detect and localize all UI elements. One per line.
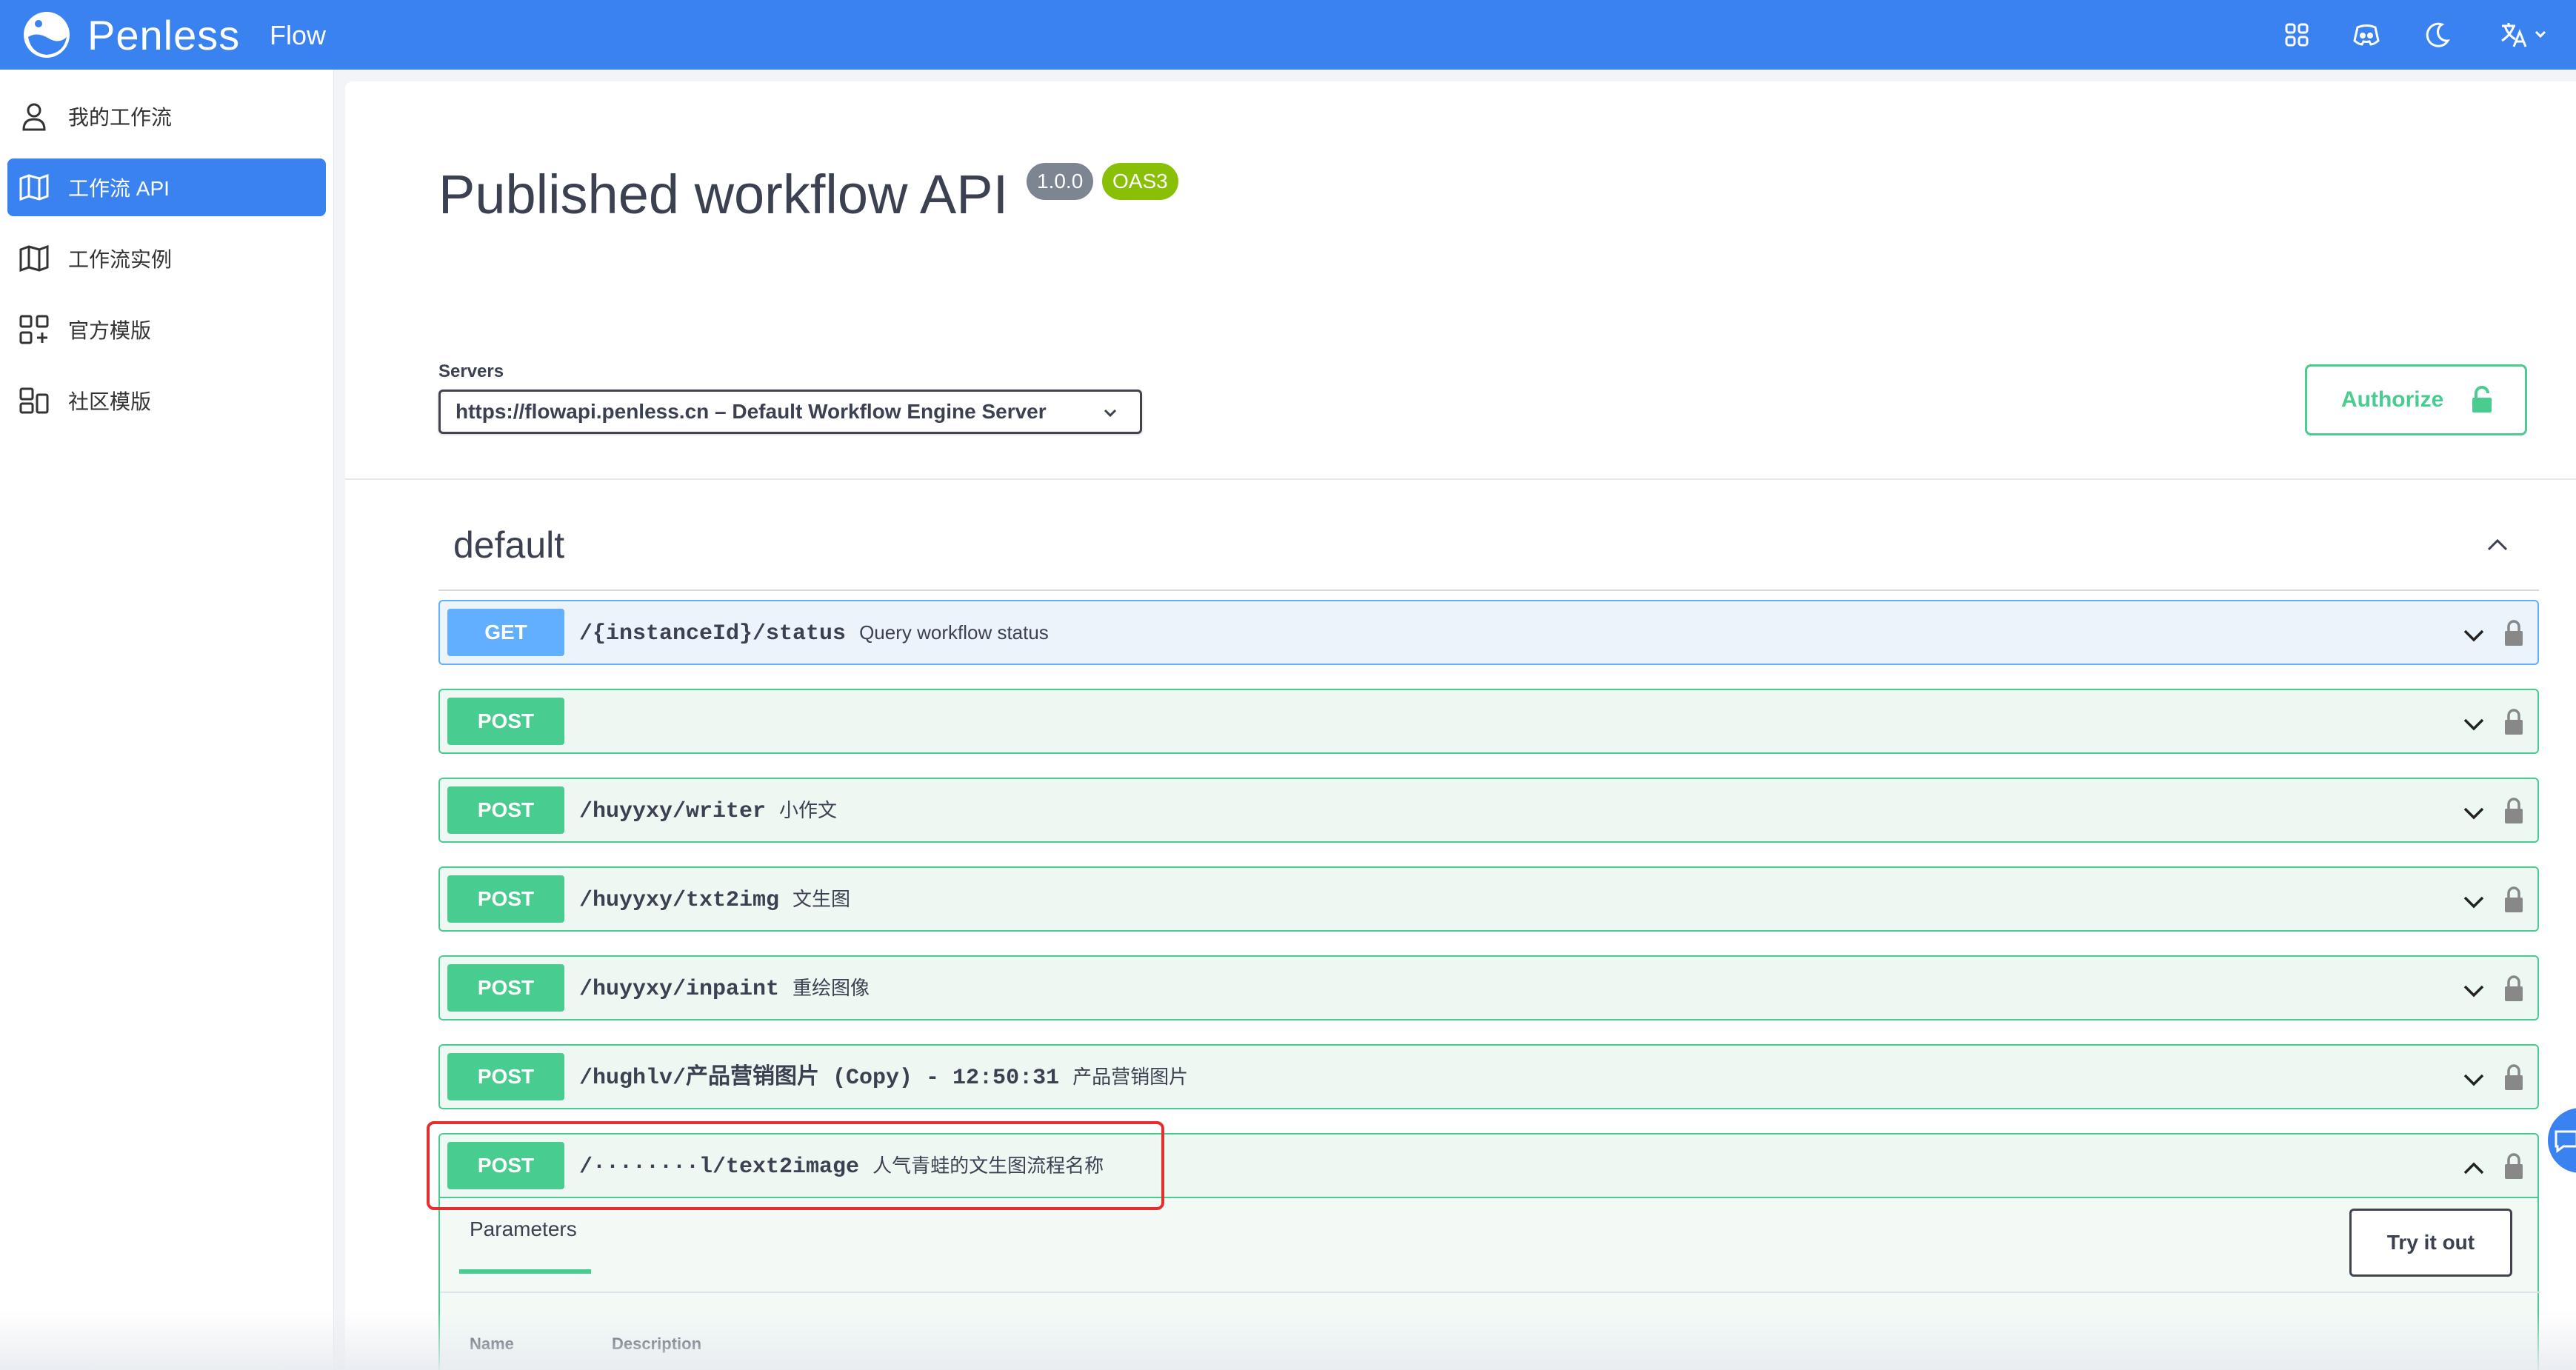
chevron-down-icon[interactable]	[2460, 889, 2487, 915]
operation-row[interactable]: POST /huyyxy/inpaint 重绘图像	[438, 955, 2539, 1020]
operation-row[interactable]: POST	[438, 689, 2539, 754]
server-select-value: https://flowapi.penless.cn – Default Wor…	[456, 400, 1047, 423]
brand-name[interactable]: Penless	[87, 12, 240, 59]
operation-row-expanded[interactable]: POST /········l/text2image 人气青蛙的文生图流程名称	[438, 1133, 2539, 1198]
spec-badge: OAS3	[1102, 163, 1178, 200]
chevron-down-icon[interactable]	[2460, 978, 2487, 1004]
operation-body: Parameters Try it out Name Description	[438, 1198, 2540, 1370]
sidebar-item-label: 工作流实例	[68, 248, 173, 271]
chevron-down-icon[interactable]	[2460, 1066, 2487, 1093]
sidebar-item-workflow-api[interactable]: 工作流 API	[7, 158, 326, 216]
operation-summary: 产品营销图片	[1072, 1066, 1189, 1088]
map-icon	[16, 170, 52, 205]
grid-plus-icon	[16, 312, 52, 347]
discord-icon[interactable]	[2349, 18, 2383, 52]
column-header-name: Name	[470, 1334, 514, 1353]
operation-row[interactable]: POST /huyyxy/txt2img 文生图	[438, 866, 2539, 932]
translate-icon[interactable]	[2492, 18, 2558, 52]
sidebar-item-workflow-instances[interactable]: 工作流实例	[7, 230, 326, 287]
method-badge: POST	[447, 1053, 564, 1100]
sidebar-item-community-templates[interactable]: 社区模版	[7, 372, 326, 430]
lock-icon[interactable]	[2503, 619, 2524, 647]
lock-icon[interactable]	[2503, 886, 2524, 914]
lock-icon[interactable]	[2503, 708, 2524, 736]
try-it-out-button[interactable]: Try it out	[2349, 1209, 2512, 1277]
lock-icon[interactable]	[2503, 1063, 2524, 1092]
lock-icon[interactable]	[2503, 1152, 2524, 1180]
operation-summary: Query workflow status	[859, 621, 1049, 644]
page-title: Published workflow API	[438, 164, 1009, 225]
operation-path: /hughlv/产品营销图片 (Copy) - 12:50:31 产品营销图片	[579, 1066, 1189, 1091]
operation-path: /········l/text2image 人气青蛙的文生图流程名称	[579, 1155, 1104, 1180]
lock-icon	[2472, 386, 2492, 412]
chevron-down-icon[interactable]	[2460, 800, 2487, 826]
sidebar-item-my-workflows[interactable]: 我的工作流	[7, 87, 326, 145]
tab-active-indicator	[459, 1269, 591, 1274]
moon-icon[interactable]	[2420, 18, 2455, 52]
section-divider	[345, 478, 2576, 480]
tag-title[interactable]: default	[453, 523, 564, 567]
top-bar: Penless Flow	[0, 0, 2576, 70]
method-badge: GET	[447, 609, 564, 656]
tab-divider	[440, 1292, 2540, 1293]
operation-row[interactable]: POST /hughlv/产品营销图片 (Copy) - 12:50:31 产品营…	[438, 1044, 2539, 1109]
operation-row[interactable]: POST /huyyxy/writer 小作文	[438, 778, 2539, 843]
operation-summary: 小作文	[779, 799, 838, 821]
apps-grid-icon[interactable]	[2280, 18, 2314, 52]
authorize-button[interactable]: Authorize	[2305, 364, 2527, 435]
layout-icon	[16, 383, 52, 418]
chevron-down-icon[interactable]	[2460, 711, 2487, 738]
method-badge: POST	[447, 875, 564, 923]
method-badge: POST	[447, 964, 564, 1012]
chevron-up-icon[interactable]	[2460, 1155, 2487, 1182]
penless-logo-icon[interactable]	[21, 9, 73, 61]
server-select[interactable]: https://flowapi.penless.cn – Default Wor…	[438, 390, 1142, 434]
sidebar-item-label: 社区模版	[68, 390, 152, 413]
method-badge: POST	[447, 786, 564, 834]
operation-path	[579, 708, 593, 736]
chat-icon	[2555, 1130, 2576, 1153]
column-header-description: Description	[612, 1334, 702, 1353]
map-icon	[16, 241, 52, 276]
lock-icon[interactable]	[2503, 975, 2524, 1003]
brand-subtitle: Flow	[270, 20, 327, 50]
tab-parameters[interactable]: Parameters	[470, 1217, 577, 1241]
chevron-down-icon	[1104, 409, 1117, 418]
sidebar-item-label: 官方模版	[68, 319, 152, 342]
method-badge: POST	[447, 1142, 564, 1189]
operation-path: /huyyxy/txt2img 文生图	[579, 888, 851, 913]
operation-summary: 人气青蛙的文生图流程名称	[872, 1155, 1104, 1177]
user-icon	[16, 98, 52, 134]
main-panel: Published workflow API 1.0.0 OAS3 Server…	[345, 81, 2576, 1370]
operation-path: /huyyxy/writer 小作文	[579, 799, 838, 824]
tag-underline	[438, 589, 2539, 591]
authorize-label: Authorize	[2341, 387, 2444, 412]
chevron-down-icon[interactable]	[2460, 622, 2487, 649]
operation-path: /{instanceId}/status Query workflow statu…	[579, 621, 1049, 646]
sidebar-item-label: 工作流 API	[68, 177, 170, 200]
lock-icon[interactable]	[2503, 797, 2524, 825]
servers-label: Servers	[438, 361, 504, 381]
operation-path: /huyyxy/inpaint 重绘图像	[579, 977, 870, 1002]
operation-row[interactable]: GET /{instanceId}/status Query workflow s…	[438, 600, 2539, 665]
operation-summary: 文生图	[793, 888, 851, 910]
operation-summary: 重绘图像	[793, 977, 870, 999]
method-badge: POST	[447, 698, 564, 745]
sidebar-item-label: 我的工作流	[68, 106, 173, 129]
version-badge: 1.0.0	[1027, 163, 1094, 200]
sidebar-item-official-templates[interactable]: 官方模版	[7, 301, 326, 358]
chevron-up-icon[interactable]	[2483, 530, 2512, 560]
sidebar: 我的工作流 工作流 API 工作流实例 官方模版 社区模版	[0, 70, 334, 1370]
